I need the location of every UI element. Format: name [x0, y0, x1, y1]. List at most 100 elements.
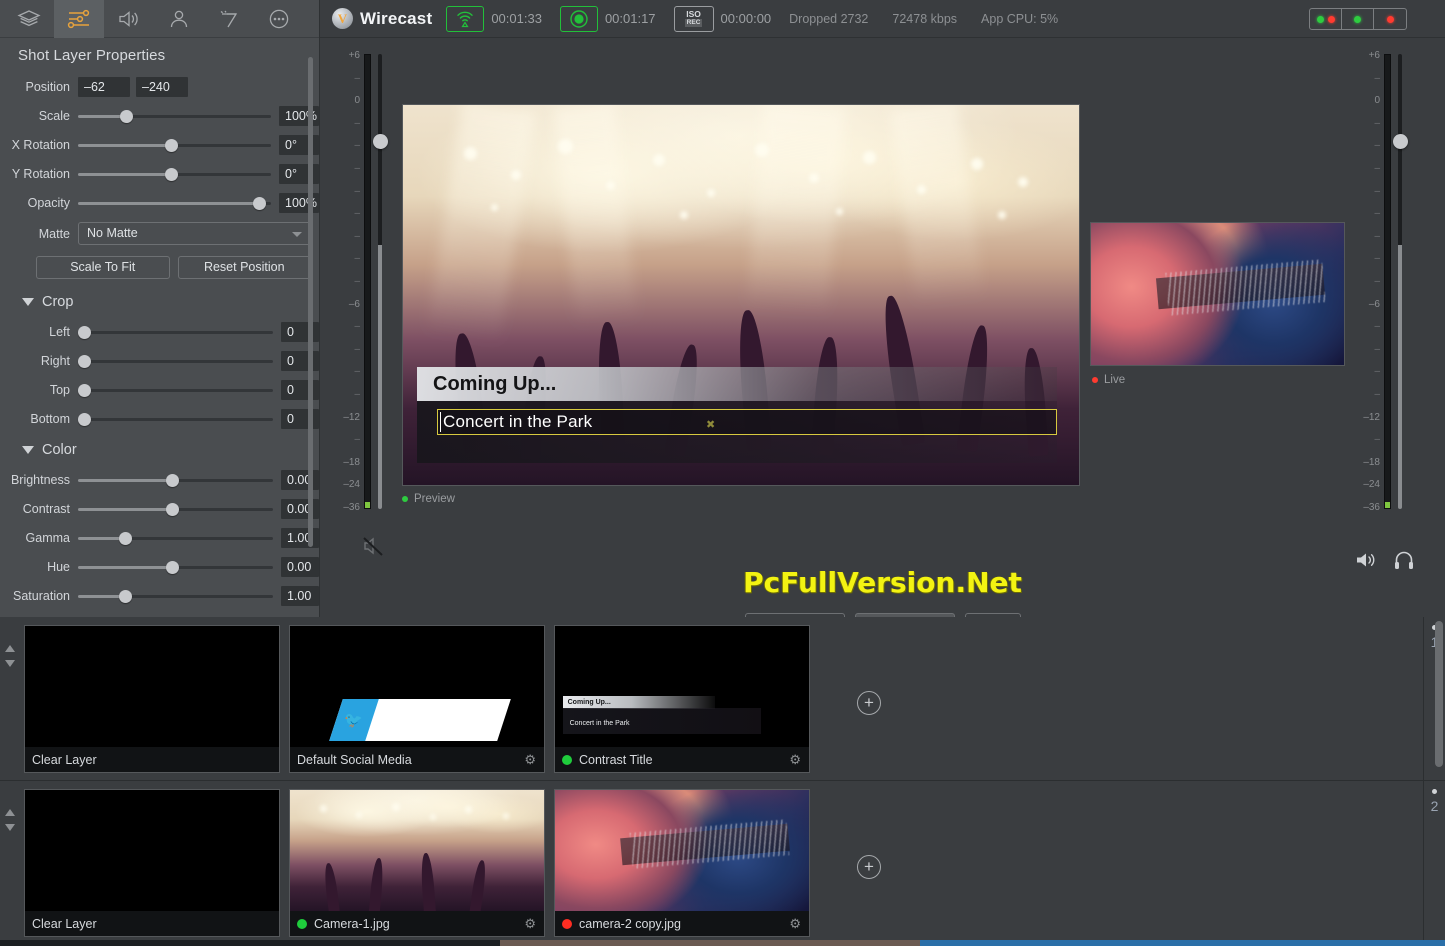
saturation-slider[interactable] — [78, 586, 273, 606]
title-overlay[interactable]: Coming Up... Concert in the Park ✖ — [417, 367, 1057, 463]
sliders-icon[interactable] — [54, 0, 104, 38]
scale-slider[interactable] — [78, 106, 271, 126]
hue-value[interactable]: 0.00 — [281, 557, 319, 577]
position-y-input[interactable]: –240 — [136, 77, 188, 97]
crop-left-slider[interactable] — [78, 322, 273, 342]
meter-tick: –18 — [330, 457, 360, 468]
output-indicator-3[interactable] — [1374, 9, 1406, 29]
preview-fader-track[interactable] — [378, 54, 382, 509]
color-section-header[interactable]: Color — [0, 433, 319, 465]
properties-scrollbar[interactable] — [308, 57, 313, 547]
scale-to-fit-button[interactable]: Scale To Fit — [36, 256, 170, 279]
crop-right-slider[interactable] — [78, 351, 273, 371]
shot-contrast-title[interactable]: Coming Up... Concert in the Park Contras… — [554, 625, 810, 773]
meter-tick: – — [330, 366, 360, 377]
live-fader-track[interactable] — [1398, 54, 1402, 509]
live-viewport[interactable] — [1090, 222, 1345, 366]
crop-top-value[interactable]: 0 — [281, 380, 319, 400]
opacity-value[interactable]: 100% — [279, 193, 319, 213]
shot-name: Camera-1.jpg — [314, 917, 390, 931]
brightness-value[interactable]: 0.00 — [281, 470, 319, 490]
output-indicator-2[interactable] — [1342, 9, 1374, 29]
output-indicator-1[interactable] — [1310, 9, 1342, 29]
brightness-slider[interactable] — [78, 470, 273, 490]
chroma-key-icon[interactable] — [204, 0, 254, 38]
title-text-input[interactable]: Concert in the Park ✖ — [437, 409, 1057, 435]
arrow-down-icon[interactable] — [5, 660, 15, 667]
shot-name: Clear Layer — [32, 917, 97, 931]
arrow-up-icon[interactable] — [5, 809, 15, 816]
x-rotation-slider[interactable] — [78, 135, 271, 155]
gear-icon[interactable]: ⚙ — [524, 752, 536, 768]
contrast-slider[interactable] — [78, 499, 273, 519]
crop-top-slider[interactable] — [78, 380, 273, 400]
x-rotation-value[interactable]: 0° — [279, 135, 319, 155]
person-icon[interactable] — [154, 0, 204, 38]
shot-name: camera-2 copy.jpg — [579, 917, 681, 931]
preview-fader-knob[interactable] — [373, 134, 388, 149]
shot-caption: Camera-1.jpg ⚙ — [290, 911, 544, 936]
crop-section-header[interactable]: Crop — [0, 285, 319, 317]
shot-camera-1[interactable]: Camera-1.jpg ⚙ — [289, 789, 545, 937]
meter-tick: +6 — [330, 50, 360, 61]
shot-caption: Contrast Title ⚙ — [555, 747, 809, 772]
shot-clear-layer-2[interactable]: Clear Layer — [24, 789, 280, 937]
preview-meter-bar — [364, 54, 371, 509]
reset-position-button[interactable]: Reset Position — [178, 256, 312, 279]
meter-tick: –12 — [1350, 412, 1380, 423]
matte-dropdown[interactable]: No Matte — [78, 222, 311, 245]
contrast-label: Contrast — [0, 502, 78, 516]
page-title: Shot Layer Properties — [0, 38, 319, 72]
arrow-up-icon[interactable] — [5, 645, 15, 652]
meter-tick: –12 — [330, 412, 360, 423]
shot-live-dot — [562, 755, 572, 765]
speaker-icon[interactable] — [104, 0, 154, 38]
gamma-value[interactable]: 1.00 — [281, 528, 319, 548]
record-status-button[interactable] — [560, 6, 598, 32]
layers-icon[interactable] — [4, 0, 54, 38]
preview-viewport[interactable]: Coming Up... Concert in the Park ✖ — [402, 104, 1080, 486]
shot-default-social-media[interactable]: 🐦 Default Social Media ⚙ — [289, 625, 545, 773]
crop-bottom-value[interactable]: 0 — [281, 409, 319, 429]
anchor-handle-icon[interactable]: ✖ — [706, 418, 715, 431]
brightness-label: Brightness — [0, 473, 78, 487]
shot-camera-2-copy[interactable]: camera-2 copy.jpg ⚙ — [554, 789, 810, 937]
contrast-value[interactable]: 0.00 — [281, 499, 319, 519]
saturation-value[interactable]: 1.00 — [281, 586, 319, 606]
y-rotation-value[interactable]: 0° — [279, 164, 319, 184]
iso-record-button[interactable]: ISO REC — [674, 6, 714, 32]
opacity-slider[interactable] — [78, 193, 271, 213]
gear-icon[interactable]: ⚙ — [789, 916, 801, 932]
add-shot-button[interactable]: + — [857, 855, 881, 879]
meter-tick: – — [330, 231, 360, 242]
layer-1-shots: Clear Layer 🐦 Default Social Media ⚙ — [20, 617, 1423, 780]
arrow-down-icon[interactable] — [5, 824, 15, 831]
crop-left-label: Left — [0, 325, 78, 339]
preview-label: Preview — [402, 493, 455, 505]
meter-tick: – — [330, 253, 360, 264]
hue-slider[interactable] — [78, 557, 273, 577]
more-icon[interactable] — [254, 0, 304, 38]
add-shot-button[interactable]: + — [857, 691, 881, 715]
crop-top-label: Top — [0, 383, 78, 397]
scale-value[interactable]: 100% — [279, 106, 319, 126]
preview-status-dot — [402, 496, 408, 502]
crop-left-value[interactable]: 0 — [281, 322, 319, 342]
y-rotation-slider[interactable] — [78, 164, 271, 184]
shot-thumbnail: 🐦 — [290, 626, 544, 747]
position-x-input[interactable]: –62 — [78, 77, 130, 97]
chevron-down-icon — [22, 446, 34, 454]
shot-clear-layer-1[interactable]: Clear Layer — [24, 625, 280, 773]
muted-speaker-icon[interactable] — [362, 534, 388, 563]
crop-right-value[interactable]: 0 — [281, 351, 319, 371]
scale-row: Scale 100% — [0, 101, 319, 130]
gear-icon[interactable]: ⚙ — [524, 916, 536, 932]
live-fader-knob[interactable] — [1393, 134, 1408, 149]
gear-icon[interactable]: ⚙ — [789, 752, 801, 768]
crop-bottom-row: Bottom 0 — [0, 404, 319, 433]
meter-tick: – — [330, 344, 360, 355]
layers-scrollbar[interactable] — [1435, 621, 1443, 941]
broadcast-status-button[interactable] — [446, 6, 484, 32]
gamma-slider[interactable] — [78, 528, 273, 548]
crop-bottom-slider[interactable] — [78, 409, 273, 429]
